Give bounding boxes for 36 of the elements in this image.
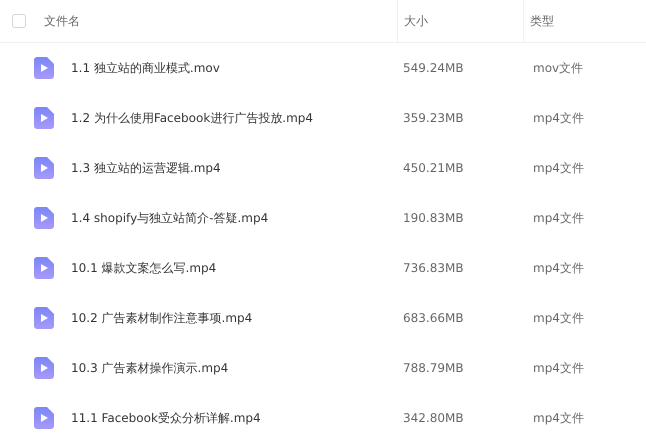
file-name[interactable]: 10.2 广告素材制作注意事项.mp4 [71,310,252,326]
file-name[interactable]: 1.4 shopify与独立站简介-答疑.mp4 [71,210,268,226]
file-type: mp4文件 [533,360,584,374]
file-name[interactable]: 1.2 为什么使用Facebook进行广告投放.mp4 [71,110,314,126]
file-size: 549.24MB [403,61,464,75]
file-type: mp4文件 [533,260,584,274]
video-file-icon [34,157,54,179]
file-name[interactable]: 10.3 广告素材操作演示.mp4 [71,360,228,376]
file-size: 342.80MB [403,411,464,425]
file-type: mp4文件 [533,160,584,174]
file-size: 359.23MB [403,111,464,125]
select-all-checkbox[interactable] [12,14,26,28]
video-file-icon [34,407,54,429]
file-name[interactable]: 10.1 爆款文案怎么写.mp4 [71,260,216,276]
column-header[interactable]: 文件名 [44,12,80,30]
video-file-icon [34,257,54,279]
video-file-icon [34,357,54,379]
file-name[interactable]: 1.1 独立站的商业模式.mov [71,60,220,76]
file-type: mp4文件 [533,410,584,424]
file-type: mp4文件 [533,210,584,224]
file-name[interactable]: 1.3 独立站的运营逻辑.mp4 [71,160,221,176]
file-type: mov文件 [533,60,584,74]
file-size: 450.21MB [403,161,464,175]
file-size: 190.83MB [403,211,464,225]
video-file-icon [34,207,54,229]
file-size: 788.79MB [403,361,464,375]
file-name[interactable]: 11.1 Facebook受众分析详解.mp4 [71,410,261,426]
file-size: 736.83MB [403,261,464,275]
video-file-icon [34,107,54,129]
video-file-icon [34,57,54,79]
file-type: mp4文件 [533,110,584,124]
column-header[interactable]: 类型 [530,12,554,30]
file-size: 683.66MB [403,311,464,325]
video-file-icon [34,307,54,329]
column-header[interactable]: 大小 [404,12,428,30]
file-type: mp4文件 [533,310,584,324]
